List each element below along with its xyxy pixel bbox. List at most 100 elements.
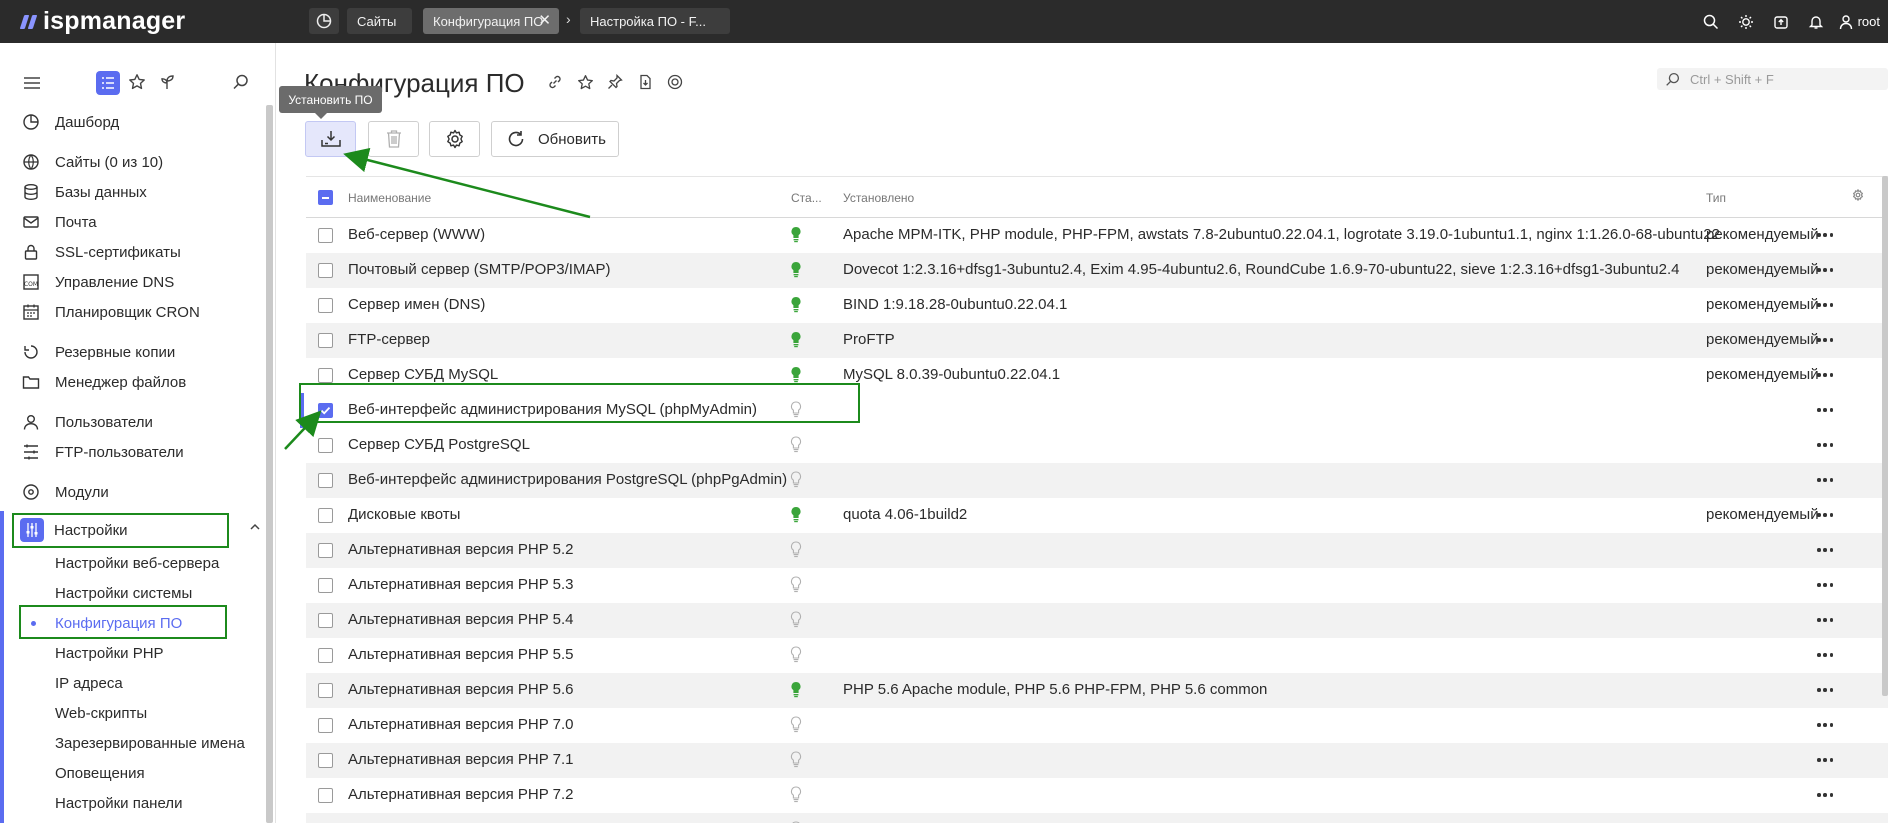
table-row[interactable]: Сервер имен (DNS) BIND 1:9.18.28-0ubuntu0… <box>306 288 1888 323</box>
plant-icon[interactable] <box>158 73 176 95</box>
row-checkbox[interactable] <box>318 788 333 803</box>
row-menu-icon[interactable] <box>1817 618 1833 623</box>
row-checkbox[interactable] <box>318 648 333 663</box>
table-row[interactable]: Альтернативная версия PHP 5.6 PHP 5.6 Apa… <box>306 673 1888 708</box>
sidebar-item-dashboard[interactable]: Дашборд <box>22 109 262 135</box>
sidebar-subitem-panel-settings[interactable]: Настройки панели <box>55 791 182 815</box>
row-checkbox[interactable] <box>318 543 333 558</box>
tab-software-config[interactable]: Конфигурация ПО ✕ <box>423 8 559 34</box>
list-view-icon[interactable] <box>96 71 120 95</box>
table-row[interactable]: FTP-сервер ProFTP рекомендуемый <box>306 323 1888 358</box>
row-menu-icon[interactable] <box>1817 268 1833 273</box>
sidebar-item-databases[interactable]: Базы данных <box>22 179 262 205</box>
cloud-upload-icon[interactable] <box>1764 0 1799 43</box>
row-menu-icon[interactable] <box>1817 443 1833 448</box>
user-menu[interactable]: root <box>1834 14 1888 30</box>
row-menu-icon[interactable] <box>1817 373 1833 378</box>
row-checkbox[interactable] <box>318 368 333 383</box>
sidebar-subitem-reserved-names[interactable]: Зарезервированные имена <box>55 731 245 755</box>
bell-icon[interactable] <box>1799 0 1834 43</box>
close-icon[interactable]: ✕ <box>538 13 551 28</box>
column-header-type[interactable]: Тип <box>1706 191 1726 205</box>
row-checkbox[interactable] <box>318 753 333 768</box>
install-software-button[interactable] <box>305 121 356 157</box>
sidebar-item-backups[interactable]: Резервные копии <box>22 339 262 365</box>
row-checkbox[interactable] <box>318 298 333 313</box>
table-row[interactable]: Дисковые квоты quota 4.06-1build2 рекоменд… <box>306 498 1888 533</box>
sidebar-item-ftp-users[interactable]: FTP-пользователи <box>22 439 262 465</box>
sidebar-item-dns[interactable]: COM Управление DNS <box>22 269 262 295</box>
refresh-button[interactable]: Обновить <box>491 121 619 157</box>
sidebar-item-cron[interactable]: Планировщик CRON <box>22 299 262 325</box>
quick-search-input[interactable]: Ctrl + Shift + F <box>1657 68 1888 90</box>
table-row[interactable]: Альтернативная версия PHP 7.2 <box>306 778 1888 813</box>
settings-button[interactable] <box>429 121 480 157</box>
help-lifebuoy-icon[interactable] <box>666 73 684 91</box>
table-row[interactable]: Альтернативная версия PHP 5.2 <box>306 533 1888 568</box>
row-menu-icon[interactable] <box>1817 723 1833 728</box>
link-icon[interactable] <box>546 73 564 91</box>
sidebar-subitem-notifications[interactable]: Оповещения <box>55 761 145 785</box>
column-settings-gear-icon[interactable] <box>1852 188 1864 204</box>
sidebar-item-mail[interactable]: Почта <box>22 209 262 235</box>
sidebar-subitem-system-settings[interactable]: Настройки системы <box>55 581 192 605</box>
column-header-name[interactable]: Наименование <box>348 191 431 205</box>
table-row[interactable]: Веб-интерфейс администрирования PostgreS… <box>306 463 1888 498</box>
table-row[interactable]: Альтернативная версия PHP 5.3 <box>306 568 1888 603</box>
sidebar-item-files[interactable]: Менеджер файлов <box>22 369 262 395</box>
sidebar-item-modules[interactable]: Модули <box>22 479 262 505</box>
row-menu-icon[interactable] <box>1817 653 1833 658</box>
select-all-checkbox[interactable] <box>318 190 333 205</box>
table-row[interactable]: Сервер СУБД PostgreSQL <box>306 428 1888 463</box>
row-checkbox[interactable] <box>318 578 333 593</box>
column-header-status[interactable]: Ста... <box>791 191 822 205</box>
dashboard-tab-button[interactable] <box>309 8 339 34</box>
table-row[interactable]: Веб-сервер (WWW) Apache MPM-ITK, PHP modu… <box>306 218 1888 253</box>
row-menu-icon[interactable] <box>1817 478 1833 483</box>
row-checkbox[interactable] <box>318 438 333 453</box>
sidebar-subitem-ip-addresses[interactable]: IP адреса <box>55 671 123 695</box>
sidebar-item-sites[interactable]: Сайты (0 из 10) <box>22 149 262 175</box>
row-menu-icon[interactable] <box>1817 338 1833 343</box>
row-checkbox[interactable] <box>318 718 333 733</box>
table-row[interactable]: Альтернативная версия PHP 7.0 <box>306 708 1888 743</box>
row-menu-icon[interactable] <box>1817 583 1833 588</box>
table-row[interactable]: Альтернативная версия PHP 5.5 <box>306 638 1888 673</box>
row-menu-icon[interactable] <box>1817 688 1833 693</box>
row-checkbox[interactable] <box>318 333 333 348</box>
export-icon[interactable] <box>636 73 654 91</box>
search-icon[interactable] <box>1694 0 1729 43</box>
table-row[interactable]: Почтовый сервер (SMTP/POP3/IMAP) Dovecot … <box>306 253 1888 288</box>
sidebar-item-ssl[interactable]: SSL-сертификаты <box>22 239 262 265</box>
sidebar-search-icon[interactable] <box>232 73 250 95</box>
chevron-up-icon[interactable] <box>248 520 262 538</box>
sidebar-subitem-php-settings[interactable]: Настройки PHP <box>55 641 164 665</box>
sidebar-subitem-webserver-settings[interactable]: Настройки веб-сервера <box>55 551 219 575</box>
tab-sites[interactable]: Сайты <box>347 8 412 34</box>
sidebar-subitem-web-scripts[interactable]: Web-скрипты <box>55 701 147 725</box>
row-menu-icon[interactable] <box>1817 758 1833 763</box>
row-menu-icon[interactable] <box>1817 793 1833 798</box>
sidebar-scrollbar[interactable] <box>266 105 273 823</box>
row-checkbox[interactable] <box>318 508 333 523</box>
row-menu-icon[interactable] <box>1817 408 1833 413</box>
row-menu-icon[interactable] <box>1817 548 1833 553</box>
row-checkbox[interactable] <box>318 263 333 278</box>
table-row[interactable]: Альтернативная версия PHP 7.3 <box>306 813 1888 823</box>
delete-button[interactable] <box>368 121 419 157</box>
favorite-star-icon[interactable] <box>576 73 594 91</box>
table-row[interactable]: Альтернативная версия PHP 7.1 <box>306 743 1888 778</box>
column-header-installed[interactable]: Установлено <box>843 191 914 205</box>
logo[interactable]: ispmanager <box>19 5 185 37</box>
tab-software-settings[interactable]: Настройка ПО - F... <box>580 8 730 34</box>
row-checkbox[interactable] <box>318 613 333 628</box>
main-scrollbar[interactable] <box>1882 176 1888 696</box>
row-menu-icon[interactable] <box>1817 233 1833 238</box>
hamburger-icon[interactable] <box>23 75 41 95</box>
favorites-star-icon[interactable] <box>128 73 146 95</box>
row-checkbox[interactable] <box>318 683 333 698</box>
row-checkbox[interactable] <box>318 473 333 488</box>
sun-icon[interactable] <box>1729 0 1764 43</box>
row-menu-icon[interactable] <box>1817 513 1833 518</box>
table-row[interactable]: Альтернативная версия PHP 5.4 <box>306 603 1888 638</box>
